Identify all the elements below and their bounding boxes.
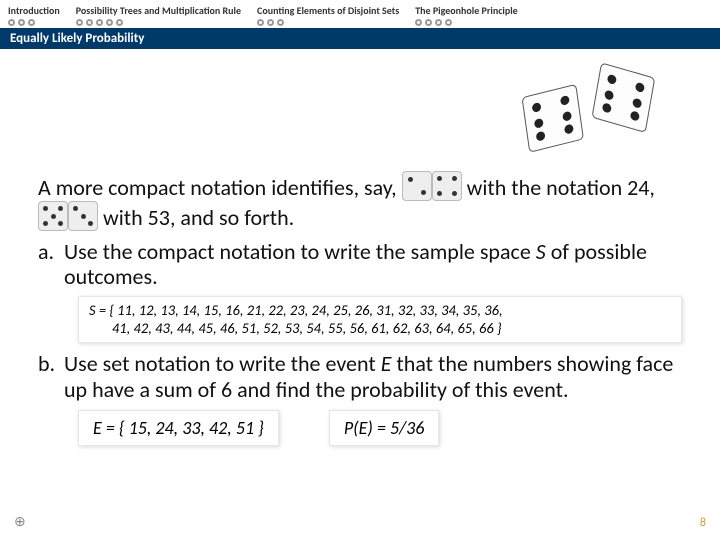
die-icon-2 [402,171,432,201]
slide-subheading: Equally Likely Probability [0,28,720,49]
text: with 53, and so forth. [103,204,294,231]
text: with the notation 24, [467,174,655,201]
text: = { 15, 24, 33, 42, 51 } [102,417,264,439]
progress-dots [415,19,518,26]
event-set-box: E = { 15, 24, 33, 42, 51 } [78,410,279,446]
progress-dots [257,19,399,26]
probability-box: P(E) = 5/36 [329,410,440,446]
intro-paragraph: A more compact notation identifies, say,… [38,171,682,231]
text: ) = 5/36 [367,417,424,439]
var-e: E [381,350,392,377]
nav-item-possibility[interactable]: Possibility Trees and Multiplication Rul… [68,0,249,28]
text: A more compact notation identifies, say, [38,174,402,201]
nav-item-disjoint[interactable]: Counting Elements of Disjoint Sets [249,0,407,28]
text: 41, 42, 43, 44, 45, 46, 51, 52, 53, 54, … [112,319,502,337]
progress-dots [8,19,60,26]
text: = { 11, 12, 13, 14, 15, 16, 21, 22, 23, … [96,301,503,319]
die-icon-3 [68,201,98,231]
nav-label: Possibility Trees and Multiplication Rul… [76,4,241,17]
nav-label: The Pigeonhole Principle [415,4,518,17]
var-e: E [93,417,102,439]
var-s: S [536,238,546,265]
page-number: 8 [700,516,706,530]
text: Use the compact notation to write the sa… [64,238,536,265]
nav-label: Counting Elements of Disjoint Sets [257,4,399,17]
sample-space-box: S = { 11, 12, 13, 14, 15, 16, 21, 22, 23… [78,296,682,344]
question-b: b. Use set notation to write the event E… [38,351,682,402]
text: Use set notation to write the event [64,350,381,377]
question-a: a. Use the compact notation to write the… [38,239,682,290]
nav-label: Introduction [8,4,60,17]
section-nav: Introduction Possibility Trees and Multi… [0,0,720,28]
progress-dots [76,19,241,26]
list-marker: b. [38,351,64,402]
nav-item-pigeonhole[interactable]: The Pigeonhole Principle [407,0,526,28]
nav-item-intro[interactable]: Introduction [0,0,68,28]
die-icon-5 [38,201,68,231]
corner-glyph: ⊕ [14,513,26,530]
list-marker: a. [38,239,64,290]
var-p: P [344,417,353,439]
die-icon-4 [432,171,462,201]
